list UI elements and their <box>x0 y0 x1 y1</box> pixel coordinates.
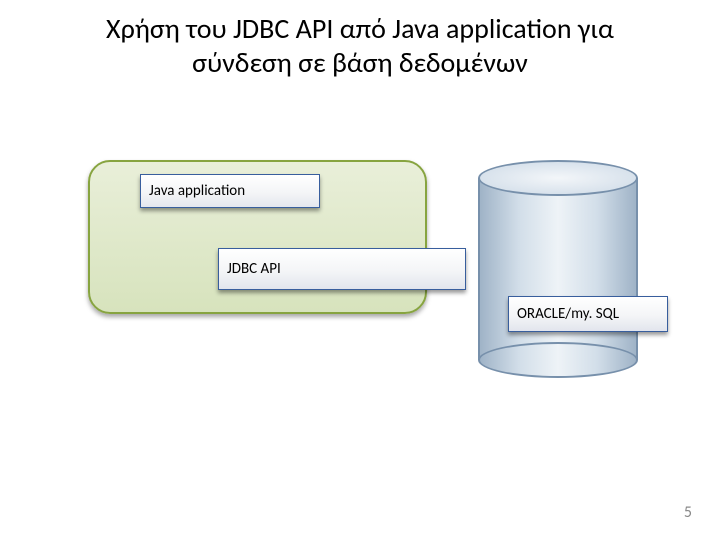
slide-title: Χρήση του JDBC API από Java application … <box>40 12 680 79</box>
jdbc-api-box: JDBC API <box>218 248 466 290</box>
java-application-box: Java application <box>140 174 320 208</box>
database-label: ORACLE/my. SQL <box>517 305 619 323</box>
java-application-label: Java application <box>149 182 245 200</box>
title-line-2: σύνδεση σε βάση δεδομένων <box>192 45 528 80</box>
jdbc-api-label: JDBC API <box>227 260 281 278</box>
database-cylinder <box>478 160 638 378</box>
title-line-1: Χρήση του JDBC API από Java application … <box>106 11 614 46</box>
database-top-ellipse <box>478 160 638 196</box>
page-number: 5 <box>684 503 692 522</box>
database-bottom-ellipse <box>478 342 638 378</box>
slide: Χρήση του JDBC API από Java application … <box>0 0 720 540</box>
database-body <box>478 178 638 360</box>
database-label-box: ORACLE/my. SQL <box>508 296 668 332</box>
